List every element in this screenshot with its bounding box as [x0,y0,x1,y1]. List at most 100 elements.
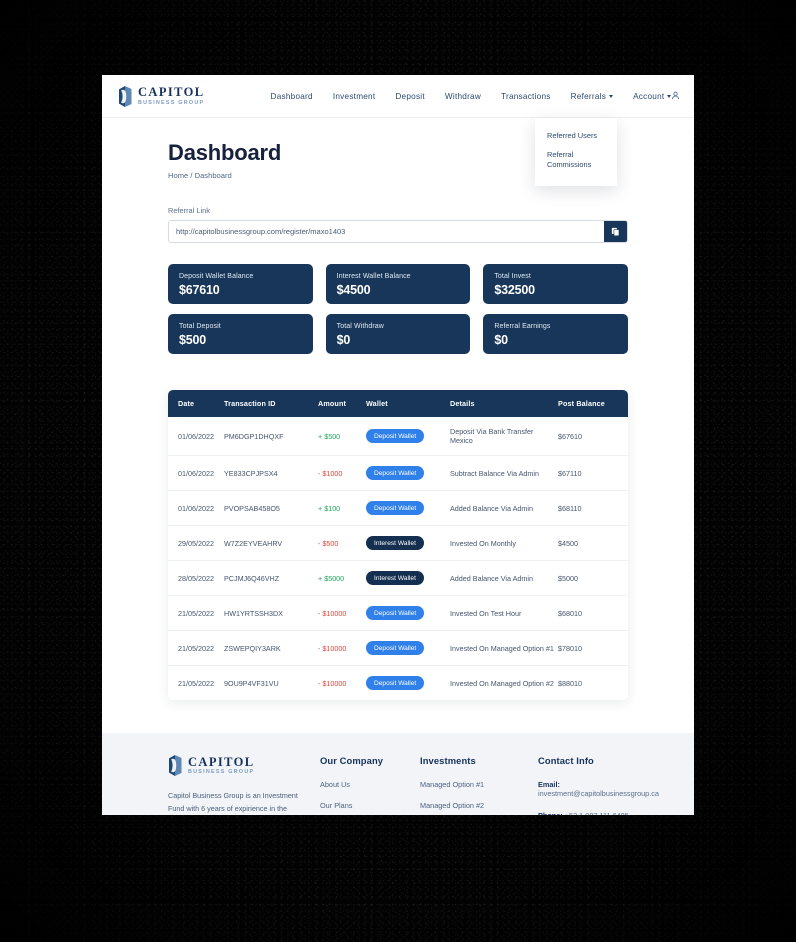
cell-date: 29/05/2022 [168,525,224,561]
stat-value: $0 [494,333,508,347]
transactions-table: Date Transaction ID Amount Wallet Detail… [168,390,628,700]
stat-label: Interest Wallet Balance [336,273,411,280]
cell-date: 21/05/2022 [178,678,214,688]
navbar-user-area[interactable] [671,87,690,105]
wallet-badge[interactable]: Deposit Wallet [366,641,425,655]
wallet-badge[interactable]: Interest Wallet [366,536,424,550]
footer-company-column: Our Company About Us Our Plans Our Blog … [320,755,420,815]
referral-link-label: Referral Link [168,206,210,215]
table-row: 21/05/2022 9OU9P4VF31VU - $10000 Deposit Wa… [168,666,628,701]
nav-item-investment[interactable]: Investment [333,92,376,101]
footer-link-about-us[interactable]: About Us [320,780,420,789]
content-container: Dashboard Home / Dashboard Referral Link… [102,140,694,700]
cell-post-balance: $88010 [558,678,582,688]
dropdown-item-referred-users[interactable]: Referred Users [535,127,617,146]
column-header-amount: Amount [318,390,366,417]
cell-wallet: Deposit Wallet [366,490,450,526]
referrals-dropdown-menu: Referred Users Referral Commissions [535,118,617,187]
user-icon[interactable] [671,91,680,100]
nav-item-transactions[interactable]: Transactions [501,92,551,101]
wallet-badge[interactable]: Deposit Wallet [366,501,425,515]
nav-item-dashboard[interactable]: Dashboard [271,92,313,101]
footer-email-value[interactable]: investment@capitolbusinessgroup.ca [538,789,659,798]
referral-link-input[interactable]: http://capitolbusinessgroup.com/register… [169,221,604,242]
cell-post-balance: $78010 [558,630,628,666]
nav-item-account[interactable]: Account [633,92,672,101]
stat-label: Deposit Wallet Balance [179,273,254,280]
cell-transaction-id: PCJMJ6Q46VHZ [224,560,318,596]
app-window: CAPITOL BUSINESS GROUP Dashboard Investm… [102,75,694,815]
cell-date: 01/06/2022 [168,417,224,456]
stat-value: $0 [336,333,351,347]
footer-brand-name: CAPITOL [188,754,255,769]
wallet-badge[interactable]: Deposit Wallet [366,676,425,690]
cell-wallet: Deposit Wallet [366,417,450,456]
cell-wallet: Deposit Wallet [366,630,450,666]
footer-grid: CAPITOL BUSINESS GROUP Capitol Business … [168,755,659,815]
footer-brand-logo[interactable]: CAPITOL BUSINESS GROUP [168,755,320,776]
site-footer: CAPITOL BUSINESS GROUP Capitol Business … [102,733,694,815]
nav-label: Deposit [395,91,425,101]
table-header-row: Date Transaction ID Amount Wallet Detail… [168,390,628,417]
footer-phone-value[interactable]: +52 1 987 111 6485 [565,811,629,815]
stat-card-total-withdraw: Total Withdraw $0 [325,314,471,354]
cell-amount: - $10000 [318,678,347,688]
nav-item-referrals[interactable]: Referrals [571,92,614,101]
wallet-badge[interactable]: Deposit Wallet [366,606,425,620]
brand-tagline: BUSINESS GROUP [138,99,205,106]
copy-icon [611,227,620,236]
cell-amount: - $500 [318,525,366,561]
table-row: 21/05/2022 ZSWEPQIY3ARK - $10000 Deposit Wa… [168,630,628,666]
cell-amount: - $1000 [318,455,366,491]
footer-link-our-plans[interactable]: Our Plans [320,801,420,810]
nav-item-withdraw[interactable]: Withdraw [445,92,481,101]
cell-transaction-id: W7Z2EYVEAHRV [224,525,318,561]
footer-link-managed-option-1[interactable]: Managed Option #1 [420,780,538,789]
brand-logo[interactable]: CAPITOL BUSINESS GROUP [118,85,205,107]
transactions-table-card: Date Transaction ID Amount Wallet Detail… [168,390,628,700]
footer-phone-label: Phone: [538,811,563,815]
cell-date: 21/05/2022 [168,630,224,666]
table-row: 01/06/2022 PVOPSAB458O5 + $100 Deposit Wall… [168,490,628,526]
cell-wallet: Deposit Wallet [366,595,450,631]
cell-transaction-id: YE833CPJPSX4 [224,455,318,491]
cell-wallet: Deposit Wallet [366,666,450,701]
cell-date: 01/06/2022 [168,455,224,491]
stat-value: $500 [179,333,207,347]
footer-link-managed-option-2[interactable]: Managed Option #2 [420,801,538,810]
cell-post-balance: $68110 [558,490,628,526]
page-content: Dashboard Home / Dashboard Referral Link… [102,118,694,815]
cell-post-balance: $5000 [558,560,628,596]
wallet-badge[interactable]: Deposit Wallet [366,466,425,480]
column-header-date: Date [168,390,224,417]
footer-brand-tagline: BUSINESS GROUP [188,769,255,776]
cell-details: Added Balance Via Admin [450,490,558,526]
table-body: 01/06/2022 PM6DGP1DHQXF + $500 Deposit Wall… [168,417,628,700]
cell-amount: + $500 [318,417,366,456]
chevron-down-icon [609,95,614,98]
cell-wallet: Interest Wallet [366,525,450,561]
stat-card-deposit-wallet-balance: Deposit Wallet Balance $67610 [168,264,313,304]
wallet-badge[interactable]: Interest Wallet [366,571,424,585]
cell-post-balance: $4500 [558,525,628,561]
cell-transaction-id: ZSWEPQIY3ARK [224,630,318,666]
footer-company-heading: Our Company [320,755,384,766]
dropdown-item-referral-commissions[interactable]: Referral Commissions [535,146,617,175]
stat-card-interest-wallet-balance: Interest Wallet Balance $4500 [325,264,471,304]
footer-email-label: Email: [538,780,560,789]
stat-card-total-deposit: Total Deposit $500 [168,314,313,354]
footer-contact-heading: Contact Info [538,755,594,766]
column-header-post-balance: Post Balance [558,390,628,417]
copy-referral-link-button[interactable] [604,221,627,242]
table-head: Date Transaction ID Amount Wallet Detail… [168,390,628,417]
cell-post-balance: $67610 [558,417,628,456]
footer-investments-column: Investments Managed Option #1 Managed Op… [420,755,538,815]
cell-amount: - $10000 [318,630,366,666]
nav-item-deposit[interactable]: Deposit [395,92,425,101]
wallet-badge[interactable]: Deposit Wallet [366,429,425,443]
cell-date: 21/05/2022 [168,595,224,631]
column-header-transaction-id: Transaction ID [224,390,318,417]
table-row: 01/06/2022 PM6DGP1DHQXF + $500 Deposit Wall… [168,417,628,456]
cell-details: Deposit Via Bank Transfer Mexico [450,417,558,456]
stat-card-referral-earnings: Referral Earnings $0 [483,314,628,354]
